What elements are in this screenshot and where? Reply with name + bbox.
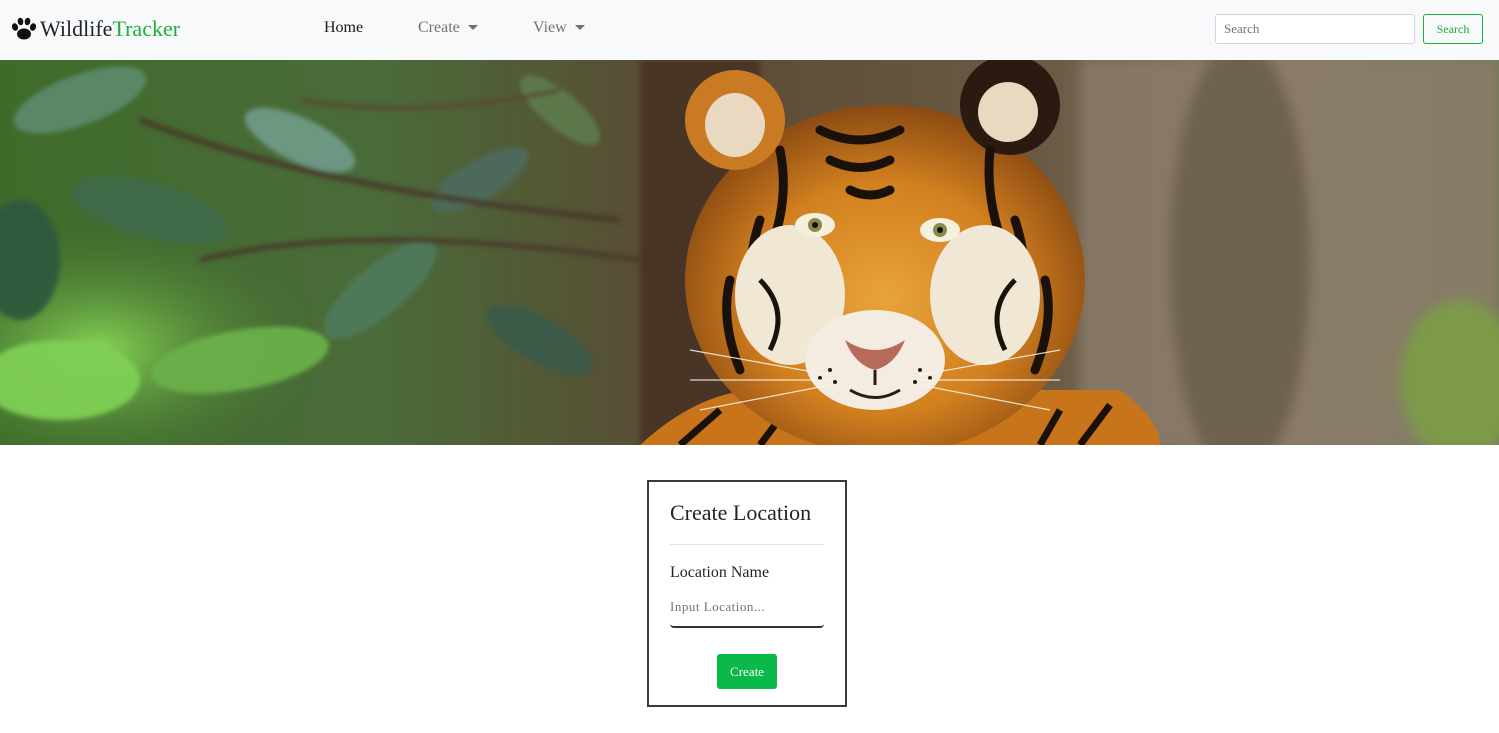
- search-button[interactable]: Search: [1423, 14, 1483, 44]
- card-title: Create Location: [670, 500, 812, 525]
- search-input[interactable]: [1215, 14, 1415, 44]
- brand-logo-link[interactable]: WildlifeTracker: [10, 14, 180, 44]
- nav-view-dropdown[interactable]: View: [533, 19, 585, 37]
- nav-home-label: Home: [324, 19, 364, 36]
- nav-home[interactable]: Home: [324, 19, 363, 37]
- brand-title-wildlife: Wildlife: [40, 16, 113, 41]
- caret-down-icon: [574, 24, 585, 30]
- caret-down-icon: [467, 24, 478, 30]
- create-location-card: Create Location Location Name Create: [647, 480, 847, 707]
- hero-banner: [0, 60, 1499, 445]
- divider: [670, 544, 824, 545]
- location-name-input[interactable]: [670, 588, 824, 628]
- nav-view-label: View: [533, 19, 567, 36]
- nav-create-dropdown[interactable]: Create: [418, 19, 478, 37]
- brand-title-tracker: Tracker: [112, 16, 181, 41]
- navbar: WildlifeTracker Home Create View Search: [0, 0, 1499, 60]
- paw-icon: [11, 17, 37, 40]
- create-button[interactable]: Create: [717, 654, 777, 689]
- brand-title: WildlifeTracker: [40, 16, 180, 42]
- nav-create-label: Create: [418, 19, 460, 36]
- location-name-label: Location Name: [670, 564, 770, 581]
- tiger-hero-image: [0, 60, 1499, 445]
